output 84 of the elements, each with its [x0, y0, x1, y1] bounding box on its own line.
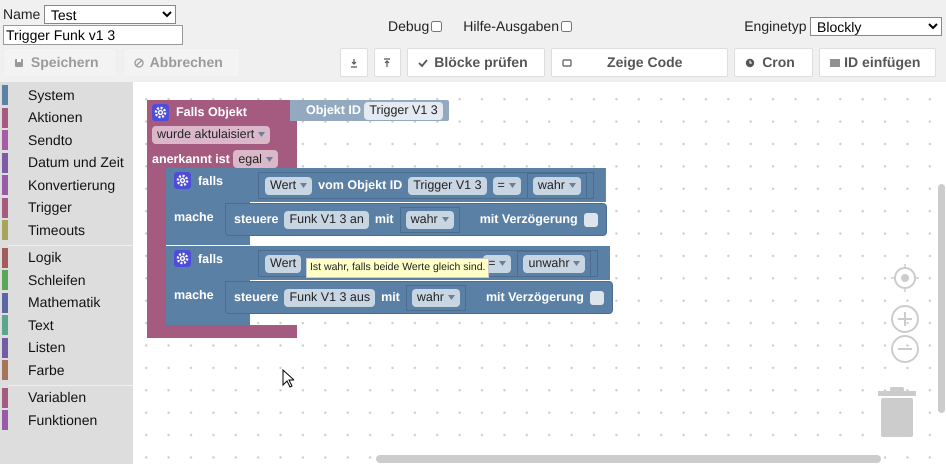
gear-icon: [174, 250, 191, 267]
checkbox[interactable]: [584, 212, 598, 226]
trash-icon[interactable]: [878, 387, 916, 437]
dropdown-field[interactable]: Wert: [265, 254, 302, 272]
id-button[interactable]: ID einfügen: [818, 48, 936, 77]
cron-button[interactable]: Cron: [734, 48, 813, 77]
category-item[interactable]: Schleifen: [0, 269, 133, 292]
zoom-out-icon[interactable]: [890, 334, 920, 364]
text-field[interactable]: Trigger V1 3: [408, 176, 487, 194]
category-item[interactable]: Text: [0, 314, 133, 336]
option-label: Debug: [388, 17, 430, 36]
dropdown-arrow-icon[interactable]: [266, 156, 273, 162]
name-label: Name: [3, 5, 40, 24]
engine-label: Enginetyp: [744, 17, 806, 36]
text-field[interactable]: Funk V1 3 aus: [284, 288, 376, 306]
block-label: falls: [198, 173, 224, 190]
engine-select[interactable]: Blockly: [810, 17, 942, 36]
block-label: mit Verzögerung: [486, 289, 584, 306]
category-item[interactable]: Farbe: [0, 359, 133, 382]
gear-icon: [152, 104, 169, 121]
block-label: vom Objekt ID: [318, 177, 402, 194]
text-field[interactable]: Funk V1 3 an: [284, 210, 369, 228]
category-item[interactable]: Sendto: [0, 129, 133, 152]
vertical-scrollbar[interactable]: [938, 184, 945, 413]
dropdown-arrow-icon[interactable]: [508, 183, 516, 188]
dropdown-field[interactable]: Wert: [265, 176, 312, 194]
dropdown-arrow-icon[interactable]: [258, 132, 266, 138]
cursor-icon: [282, 369, 294, 388]
category-item[interactable]: System: [0, 84, 133, 106]
text-field[interactable]: Trigger V1 3: [364, 102, 443, 120]
download-button[interactable]: [340, 48, 368, 77]
dropdown-field[interactable]: wahr: [532, 176, 581, 194]
dropdown-field[interactable]: wahr: [412, 288, 460, 306]
category-item[interactable]: Mathematik: [0, 292, 133, 314]
dropdown-field[interactable]: wahr: [406, 210, 454, 228]
horizontal-scrollbar[interactable]: [376, 455, 881, 463]
block-label: Objekt ID: [306, 102, 361, 120]
category-item[interactable]: Timeouts: [0, 219, 133, 242]
upload-button[interactable]: [374, 48, 401, 77]
block-label: steuere: [234, 289, 278, 306]
block-label: mit: [374, 211, 394, 228]
clock-icon: [745, 58, 756, 68]
category-item[interactable]: Funktionen: [0, 409, 133, 432]
download-icon: [348, 58, 359, 68]
dropdown-field[interactable]: unwahr: [523, 254, 586, 272]
block-label: mit: [381, 289, 400, 306]
check-button[interactable]: Blöcke prüfen: [406, 48, 546, 77]
dropdown-arrow-icon[interactable]: [300, 183, 308, 188]
upload-icon: [382, 58, 392, 68]
category-item[interactable]: Aktionen: [0, 106, 133, 129]
save-icon: [14, 58, 24, 68]
dropdown-arrow-icon[interactable]: [573, 261, 580, 266]
category-item[interactable]: Listen: [0, 336, 133, 359]
block-label: steuere: [234, 211, 278, 228]
dropdown-arrow-icon[interactable]: [499, 261, 506, 266]
checkbox[interactable]: [590, 290, 604, 304]
tooltip: Ist wahr, falls beide Werte gleich sind.: [306, 258, 490, 278]
dropdown-arrow-icon[interactable]: [448, 295, 455, 300]
recenter-icon[interactable]: [890, 263, 920, 293]
dropdown-arrow-icon[interactable]: [442, 217, 449, 222]
gear-icon: [174, 172, 191, 189]
checkbox[interactable]: [561, 21, 572, 32]
dropdown-arrow-icon[interactable]: [568, 183, 576, 188]
script-name-field[interactable]: Trigger Funk v1 3: [3, 25, 183, 45]
code-button[interactable]: Zeige Code: [551, 48, 728, 77]
checkmark-icon: [418, 58, 428, 68]
category-item[interactable]: Logik: [0, 246, 133, 269]
category-item[interactable]: Konvertierung: [0, 174, 133, 196]
block-title: Falls Objekt: [176, 104, 247, 121]
dropdown-field[interactable]: egal: [233, 150, 278, 168]
list-icon: [830, 58, 840, 68]
dropdown-field[interactable]: =: [492, 176, 521, 194]
block-label: mit Verzögerung: [480, 211, 578, 228]
option-label: Hilfe-Ausgaben: [463, 17, 559, 36]
name-select[interactable]: Test: [44, 5, 176, 24]
category-item[interactable]: Variablen: [0, 386, 133, 409]
category-item[interactable]: Trigger: [0, 196, 133, 219]
cancel-icon: [134, 58, 144, 68]
block-label: anerkannt ist: [152, 151, 230, 168]
checkbox[interactable]: [431, 21, 442, 32]
category-item[interactable]: Datum und Zeit: [0, 152, 133, 174]
dropdown-field[interactable]: wurde aktulaisiert: [152, 126, 270, 144]
block-label: falls: [198, 251, 224, 268]
zoom-in-icon[interactable]: [890, 304, 920, 334]
